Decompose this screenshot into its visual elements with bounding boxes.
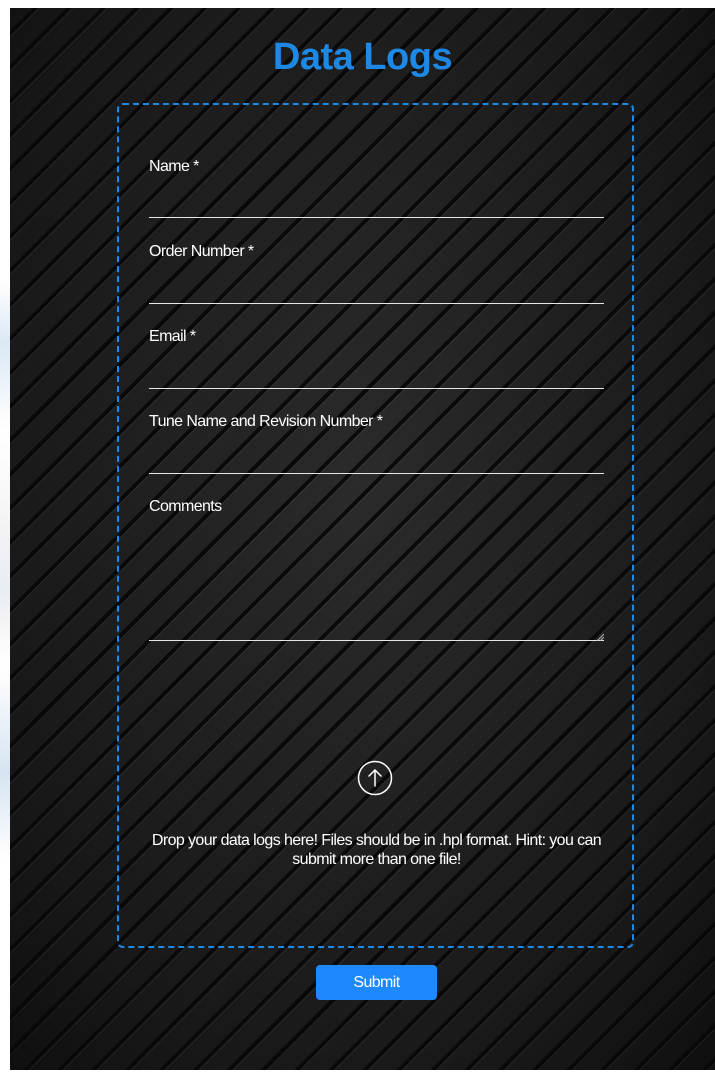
background-edge	[0, 0, 10, 1074]
order-number-field: Order Number *	[149, 243, 604, 304]
comments-textarea[interactable]	[149, 531, 604, 641]
order-number-input[interactable]	[149, 276, 604, 304]
tune-name-field: Tune Name and Revision Number *	[149, 413, 604, 474]
tune-name-label: Tune Name and Revision Number *	[149, 413, 383, 430]
order-number-label: Order Number *	[149, 243, 254, 260]
name-input[interactable]	[149, 190, 604, 218]
email-label: Email *	[149, 328, 196, 345]
comments-label: Comments	[149, 498, 222, 515]
upload-form-dropzone[interactable]: Name * Order Number * Email * Tune Name …	[117, 103, 634, 948]
tune-name-input[interactable]	[149, 446, 604, 474]
page-panel: Data Logs Name * Order Number * Email * …	[10, 8, 715, 1070]
page-title: Data Logs	[272, 36, 453, 78]
submit-button[interactable]: Submit	[316, 965, 437, 1000]
resize-grip-icon[interactable]	[596, 633, 604, 641]
email-input[interactable]	[149, 361, 604, 389]
name-label: Name *	[149, 158, 199, 175]
dropzone-instructions: Drop your data logs here! Files should b…	[151, 832, 602, 868]
email-field: Email *	[149, 328, 604, 389]
upload-arrow-icon[interactable]	[357, 760, 393, 796]
name-field: Name *	[149, 158, 604, 218]
comments-field: Comments	[149, 498, 604, 641]
